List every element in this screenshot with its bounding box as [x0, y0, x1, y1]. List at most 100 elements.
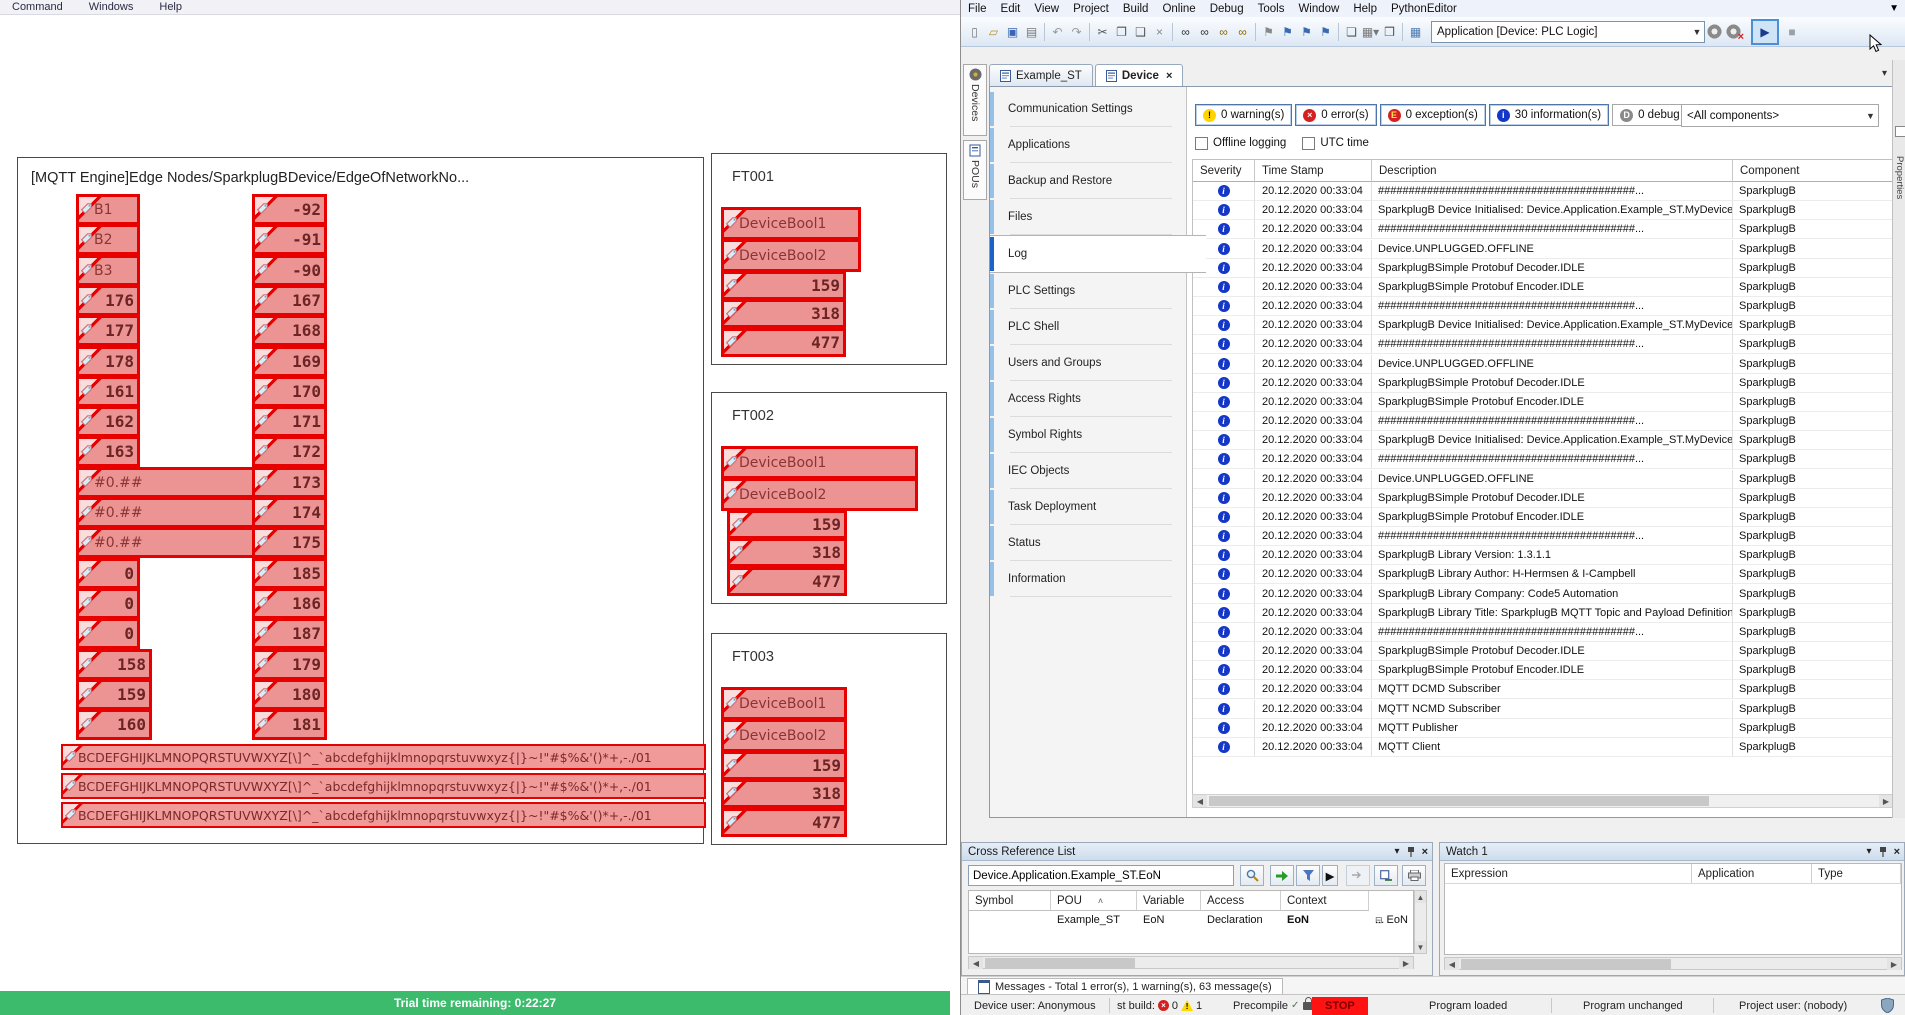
- tag-widget[interactable]: 181: [252, 709, 327, 740]
- checkbox-utc-time[interactable]: UTC time: [1302, 137, 1369, 150]
- find-next-icon[interactable]: ∞: [1215, 23, 1232, 41]
- checkbox-icon[interactable]: [1195, 137, 1208, 150]
- tag-widget[interactable]: 185: [252, 558, 327, 589]
- filter-information-button[interactable]: i30 information(s): [1489, 104, 1609, 126]
- components-filter-combo[interactable]: <All components> ▼: [1681, 104, 1879, 127]
- redo-icon[interactable]: ↷: [1068, 23, 1085, 41]
- tab-example-st[interactable]: Example_ST: [989, 64, 1093, 87]
- tag-widget[interactable]: #0.##: [76, 497, 257, 528]
- tag-widget[interactable]: 171: [252, 406, 327, 437]
- log-row[interactable]: i20.12.2020 00:33:04SparkplugBSimple Pro…: [1193, 661, 1893, 680]
- tag-widget[interactable]: 318: [727, 538, 847, 567]
- log-column-description[interactable]: Description: [1372, 160, 1733, 182]
- tag-widget[interactable]: DeviceBool2: [721, 719, 847, 752]
- save-icon[interactable]: ▣: [1004, 23, 1021, 41]
- close-icon[interactable]: ×: [1166, 70, 1172, 82]
- tag-widget[interactable]: 172: [252, 436, 327, 467]
- clipboard-icon[interactable]: ❒: [1381, 23, 1398, 41]
- sidebar-item-access-rights[interactable]: Access Rights: [990, 381, 1186, 417]
- watch-column-expression[interactable]: Expression: [1445, 864, 1692, 884]
- sidebar-item-applications[interactable]: Applications: [990, 127, 1186, 163]
- go-button[interactable]: [1270, 865, 1294, 886]
- tag-widget[interactable]: 177: [76, 315, 140, 346]
- find-replace-icon[interactable]: ∞: [1196, 23, 1213, 41]
- tag-widget[interactable]: 318: [721, 299, 846, 328]
- paste-icon[interactable]: ❑: [1132, 23, 1149, 41]
- tag-widget[interactable]: 170: [252, 376, 327, 407]
- tag-widget[interactable]: 180: [252, 679, 327, 710]
- log-row[interactable]: i20.12.2020 00:33:04SparkplugBSimple Pro…: [1193, 508, 1893, 527]
- log-row[interactable]: i20.12.2020 00:33:04SparkplugB Device In…: [1193, 316, 1893, 335]
- pin-icon[interactable]: [1879, 847, 1887, 857]
- watch-column-application[interactable]: Application: [1692, 864, 1812, 884]
- sidebar-item-communication-settings[interactable]: Communication Settings: [990, 91, 1186, 127]
- log-row[interactable]: i20.12.2020 00:33:04SparkplugB Device In…: [1193, 431, 1893, 450]
- log-row[interactable]: i20.12.2020 00:33:04MQTT DCMD Subscriber…: [1193, 680, 1893, 699]
- scroll-right-icon[interactable]: ▶: [1887, 958, 1901, 970]
- log-row[interactable]: i20.12.2020 00:33:04MQTT PublisherSparkp…: [1193, 719, 1893, 738]
- tag-widget[interactable]: 167: [252, 285, 327, 316]
- tag-widget[interactable]: 176: [76, 285, 140, 316]
- crossref-cell[interactable]: ...: [1369, 911, 1413, 930]
- tag-widget[interactable]: 178: [76, 346, 140, 377]
- find-icon[interactable]: ∞: [1177, 23, 1194, 41]
- tag-widget[interactable]: 159: [721, 271, 846, 300]
- crossref-column-pou[interactable]: POU˄: [1051, 891, 1137, 911]
- log-row[interactable]: i20.12.2020 00:33:04####################…: [1193, 220, 1893, 239]
- tag-widget[interactable]: 159: [721, 751, 847, 780]
- tag-widget[interactable]: 169: [252, 346, 327, 377]
- crossref-cell[interactable]: EoN: [1137, 911, 1201, 930]
- scroll-thumb[interactable]: [1461, 959, 1671, 969]
- menu-item-build[interactable]: Build: [1116, 3, 1156, 15]
- bookmark-next-icon[interactable]: ⚑: [1298, 23, 1315, 41]
- log-row[interactable]: i20.12.2020 00:33:04####################…: [1193, 412, 1893, 431]
- log-row[interactable]: i20.12.2020 00:33:04####################…: [1193, 623, 1893, 642]
- print-button[interactable]: [1402, 865, 1426, 886]
- filter-exception-button[interactable]: E0 exception(s): [1380, 104, 1486, 126]
- log-row[interactable]: i20.12.2020 00:33:04Device.UNPLUGGED.OFF…: [1193, 470, 1893, 489]
- tag-widget[interactable]: DeviceBool2: [721, 239, 861, 272]
- crossref-cell[interactable]: EoN: [1281, 911, 1369, 930]
- log-row[interactable]: i20.12.2020 00:33:04####################…: [1193, 335, 1893, 354]
- scroll-left-icon[interactable]: ◀: [1193, 795, 1207, 807]
- menu-item-help[interactable]: Help: [147, 1, 196, 13]
- log-row[interactable]: i20.12.2020 00:33:04SparkplugB Library T…: [1193, 604, 1893, 623]
- tag-widget[interactable]: 477: [721, 328, 846, 357]
- crossref-cell[interactable]: Declaration: [1201, 911, 1281, 930]
- panel-menu-icon[interactable]: ▾: [1867, 847, 1872, 857]
- cross-reference-vscrollbar[interactable]: ▲ ▼: [1414, 890, 1427, 954]
- tag-widget[interactable]: -92: [252, 194, 327, 225]
- tag-widget[interactable]: 318: [721, 779, 847, 808]
- close-icon[interactable]: ×: [1422, 847, 1428, 858]
- filter-warning-button[interactable]: !0 warning(s): [1195, 104, 1292, 126]
- sidebar-item-log[interactable]: Log: [990, 235, 1206, 273]
- tag-widget[interactable]: DeviceBool2: [721, 478, 918, 511]
- tag-widget[interactable]: B2: [76, 224, 140, 255]
- scroll-left-icon[interactable]: ◀: [1445, 958, 1459, 970]
- print-icon[interactable]: ▤: [1023, 23, 1040, 41]
- log-row[interactable]: i20.12.2020 00:33:04SparkplugB Library C…: [1193, 585, 1893, 604]
- log-row[interactable]: i20.12.2020 00:33:04Device.UNPLUGGED.OFF…: [1193, 240, 1893, 259]
- properties-tab-label[interactable]: Properties: [1894, 156, 1905, 199]
- grid-icon[interactable]: ▦: [1407, 23, 1424, 41]
- panel-menu-icon[interactable]: ▾: [1395, 847, 1400, 857]
- tag-widget[interactable]: 158: [76, 649, 152, 680]
- tag-widget[interactable]: 0: [76, 558, 140, 589]
- log-horizontal-scrollbar[interactable]: ◀ ▶: [1192, 794, 1894, 808]
- checkbox-offline-logging[interactable]: Offline logging: [1195, 137, 1286, 150]
- window-menu-arrow-icon[interactable]: ▼: [1889, 3, 1899, 14]
- scroll-down-icon[interactable]: ▼: [1415, 941, 1426, 953]
- crossref-column-symbol[interactable]: Symbol: [969, 891, 1051, 911]
- dock-tab-pous[interactable]: POUs: [963, 140, 987, 200]
- crossref-column-variable[interactable]: Variable: [1137, 891, 1201, 911]
- menu-item-edit[interactable]: Edit: [994, 3, 1028, 15]
- scroll-thumb[interactable]: [985, 958, 1135, 968]
- tag-widget[interactable]: 159: [727, 510, 847, 539]
- log-column-time-stamp[interactable]: Time Stamp: [1255, 160, 1372, 182]
- tag-widget[interactable]: 160: [76, 709, 152, 740]
- sidebar-item-users-and-groups[interactable]: Users and Groups: [990, 345, 1186, 381]
- tag-widget[interactable]: DeviceBool1: [721, 446, 918, 479]
- sidebar-item-status[interactable]: Status: [990, 525, 1186, 561]
- filter-error-button[interactable]: ×0 error(s): [1295, 104, 1376, 126]
- properties-panel-icon[interactable]: [1895, 126, 1905, 137]
